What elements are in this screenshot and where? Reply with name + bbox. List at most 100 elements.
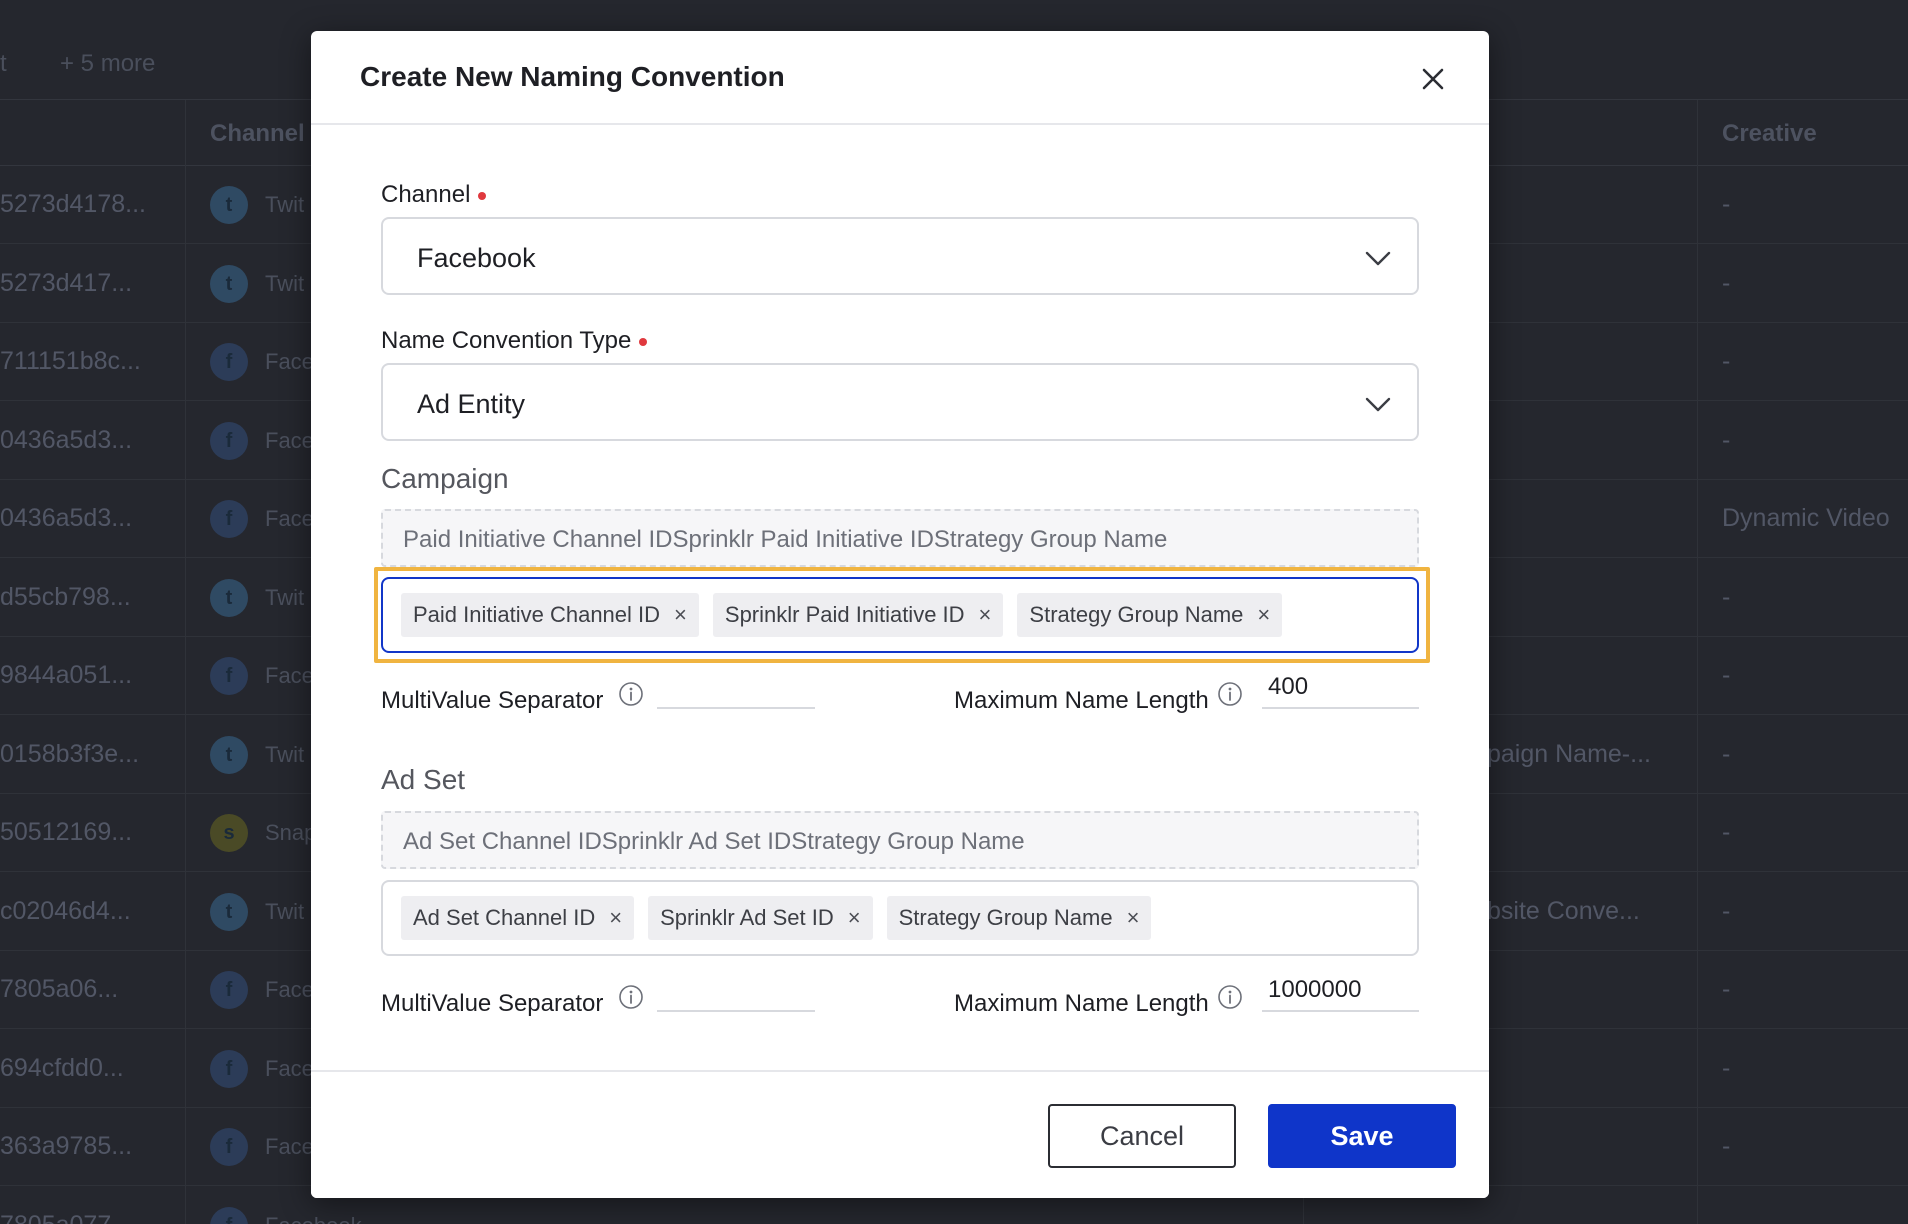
row-creative: - [1722,896,1731,925]
ad-set-max-length-label: Maximum Name Length [954,990,1209,1017]
name-convention-type-select[interactable]: Ad Entity [381,363,1419,441]
campaign-tag: Strategy Group Name × [1017,593,1283,637]
name-convention-type-label-text: Name Convention Type [381,327,632,354]
facebook-icon: f [210,343,248,381]
row-channel: Face [265,1055,314,1081]
filter-chip[interactable]: t [0,50,7,78]
row-channel: Face [265,506,314,531]
info-icon[interactable] [618,681,644,707]
facebook-icon: f [210,500,248,538]
facebook-icon: f [210,1206,248,1224]
ad-set-preview-text: Ad Set Channel IDSprinklr Ad Set IDStrat… [403,828,1025,855]
twitter-icon: t [210,578,248,617]
row-channel: Twit [265,270,305,296]
close-button[interactable] [1413,59,1453,99]
row-creative: - [1722,661,1731,689]
row-id: 694cfdd0... [0,1053,124,1082]
campaign-tag: Sprinklr Paid Initiative ID × [712,593,1004,637]
row-channel: Face [265,1134,314,1159]
save-button[interactable]: Save [1268,1104,1456,1168]
ad-set-tag: Sprinklr Ad Set ID × [648,896,873,940]
campaign-preview-text: Paid Initiative Channel IDSprinklr Paid … [403,526,1168,553]
row-creative: Dynamic Video [1722,504,1890,532]
ad-set-max-length-input[interactable] [1262,970,1419,1012]
tag-label: Strategy Group Name [898,905,1113,930]
row-creative: - [1722,739,1731,768]
dialog-footer: Cancel Save [311,1070,1489,1198]
row-channel: Face [265,977,314,1002]
facebook-icon: f [210,971,248,1009]
remove-tag-icon[interactable]: × [674,604,687,626]
row-id: 0436a5d3... [0,425,133,454]
required-indicator [639,337,648,346]
row-id: d55cb798... [0,582,131,611]
row-channel: Face [265,427,314,453]
row-creative: - [1722,425,1731,454]
facebook-icon: f [210,1049,248,1088]
channel-select-value: Facebook [417,243,536,273]
tag-label: Sprinklr Paid Initiative ID [724,602,965,627]
twitter-icon: t [210,264,248,303]
chevron-down-icon [1365,397,1391,412]
ad-set-separator-input[interactable] [657,970,815,1012]
row-id: 50512169... [0,818,133,846]
remove-tag-icon[interactable]: × [1127,907,1140,929]
remove-tag-icon[interactable]: × [1257,604,1270,626]
remove-tag-icon[interactable]: × [609,907,622,929]
campaign-name-preview: Paid Initiative Channel IDSprinklr Paid … [381,509,1419,567]
row-channel: Twit [265,741,305,767]
row-id: 5273d4178... [0,190,146,218]
name-convention-type-value: Ad Entity [417,389,526,419]
row-id: 0158b3f3e... [0,739,140,768]
close-icon [1422,68,1444,90]
row-channel: Facebook [265,1213,362,1224]
column-header-creative[interactable]: Creative [1722,120,1817,148]
row-creative: - [1722,818,1731,846]
twitter-icon: t [210,892,248,931]
remove-tag-icon[interactable]: × [848,907,861,929]
column-header-channel[interactable]: Channel [210,120,305,148]
row-channel: Twit [265,192,305,217]
channel-select[interactable]: Facebook [381,217,1419,295]
dialog-body: Channel Facebook Name Convention Type Ad… [311,127,1489,1101]
row-channel: Twit [265,898,305,924]
info-icon[interactable] [1217,681,1243,707]
remove-tag-icon[interactable]: × [979,604,992,626]
naming-convention-dialog: Create New Naming Convention Channel Fac… [311,31,1489,1198]
row-id: 5273d417... [0,268,133,297]
info-icon[interactable] [618,984,644,1010]
tag-label: Ad Set Channel ID [413,905,596,930]
row-id: 7805a077... [0,1211,132,1224]
tag-label: Paid Initiative Channel ID [413,602,661,627]
row-channel: Face [265,663,314,688]
campaign-separator-input[interactable] [657,667,815,709]
cancel-button[interactable]: Cancel [1048,1104,1236,1168]
channel-label-text: Channel [381,181,471,208]
campaign-max-length-input[interactable] [1262,667,1419,709]
ad-set-section-title: Ad Set [381,764,466,795]
facebook-icon: f [210,657,248,695]
campaign-separator-label: MultiValue Separator [381,687,604,714]
campaign-max-length-label: Maximum Name Length [954,687,1209,714]
row-id: c02046d4... [0,896,131,925]
tag-label: Sprinklr Ad Set ID [660,905,834,930]
row-creative: - [1722,268,1731,297]
ad-set-name-preview: Ad Set Channel IDSprinklr Ad Set IDStrat… [381,811,1419,869]
info-icon[interactable] [1217,984,1243,1010]
row-id: 363a9785... [0,1132,133,1160]
facebook-icon: f [210,1128,248,1166]
row-id: 0436a5d3... [0,504,133,532]
ad-set-tags-input[interactable]: Ad Set Channel ID × Sprinklr Ad Set ID × S… [381,880,1419,956]
channel-label: Channel [381,181,487,209]
ad-set-tag: Ad Set Channel ID × [401,896,635,940]
row-channel: Face [265,349,314,374]
more-filters-link[interactable]: + 5 more [60,50,155,78]
campaign-tags-input[interactable]: Paid Initiative Channel ID × Sprinklr Pai… [381,577,1419,653]
twitter-icon: t [210,186,248,224]
row-channel: Snap [265,820,317,845]
dialog-header: Create New Naming Convention [311,31,1489,125]
row-id: 7805a06... [0,975,119,1003]
row-id: 9844a051... [0,661,133,689]
row-name: bsite Conve... [1487,896,1640,925]
row-creative: - [1722,190,1731,218]
